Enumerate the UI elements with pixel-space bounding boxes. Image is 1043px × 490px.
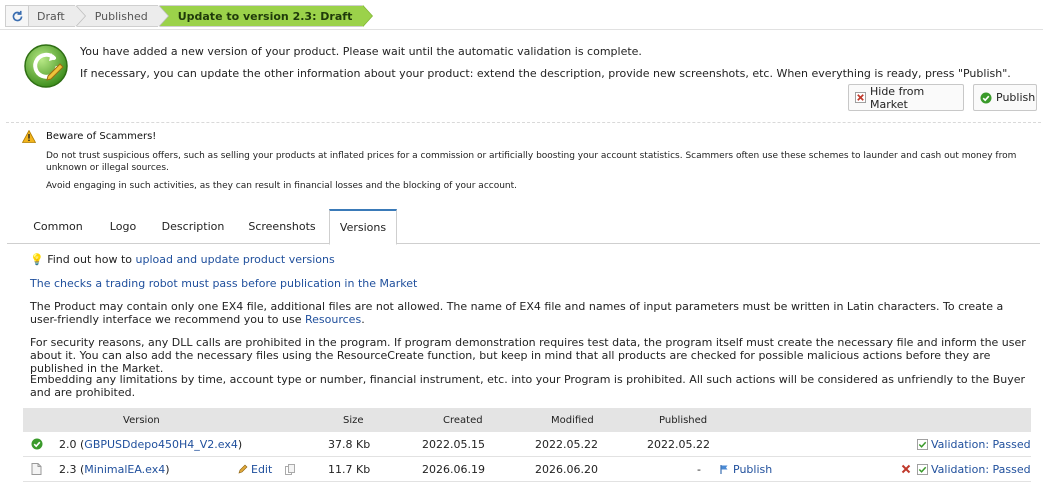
hide-icon xyxy=(855,92,866,103)
version-number: 2.0 xyxy=(59,437,77,451)
info-message-secondary: If necessary, you can update the other i… xyxy=(80,67,1011,80)
publish-label: Publish xyxy=(996,91,1036,104)
col-version: Version xyxy=(123,414,160,426)
row-publish-button[interactable]: Publish xyxy=(719,457,772,481)
breadcrumb-update-draft[interactable]: Update to version 2.3: Draft xyxy=(159,5,373,27)
versions-table: Version Size Created Modified Published … xyxy=(23,408,1031,482)
validation-status: Validation: Passed xyxy=(917,432,1031,456)
paragraph-end: . xyxy=(361,313,365,326)
col-modified: Modified xyxy=(551,414,594,426)
help-prefix: Find out how to xyxy=(47,253,136,266)
published-cell: - xyxy=(697,462,701,476)
created-cell: 2022.05.15 xyxy=(422,437,485,451)
row-publish-label: Publish xyxy=(733,462,773,476)
version-file-link[interactable]: MinimalEA.ex4 xyxy=(84,463,165,476)
size-cell: 37.8 Kb xyxy=(328,437,371,451)
info-message: You have added a new version of your pro… xyxy=(80,45,642,58)
file-icon xyxy=(31,457,42,481)
edit-button[interactable]: Edit xyxy=(238,457,272,481)
pencil-icon xyxy=(238,464,248,474)
version-file-link[interactable]: GBPUSDdepo450H4_V2.ex4 xyxy=(84,438,238,451)
scam-warning: Beware of Scammers! Do not trust suspici… xyxy=(6,122,1041,200)
tab-description[interactable]: Description xyxy=(157,209,229,244)
paragraph-dll: For security reasons, any DLL calls are … xyxy=(30,336,1026,375)
breadcrumb-draft[interactable]: Draft xyxy=(29,5,86,27)
refresh-button[interactable] xyxy=(5,5,29,27)
col-published: Published xyxy=(659,414,708,426)
check-circle-icon xyxy=(980,92,992,104)
divider xyxy=(0,29,1043,30)
size-cell: 11.7 Kb xyxy=(328,462,371,476)
hide-from-market-button[interactable]: Hide from Market xyxy=(848,84,964,111)
tab-versions[interactable]: Versions xyxy=(329,209,397,245)
modified-cell: 2026.06.20 xyxy=(535,462,598,476)
table-header: Version Size Created Modified Published xyxy=(23,408,1031,432)
tab-label: Screenshots xyxy=(248,220,316,233)
publish-flag-icon xyxy=(720,464,728,474)
breadcrumb-label: Published xyxy=(94,9,148,23)
validation-status: Validation: Passed xyxy=(917,457,1031,481)
paragraph-text: The Product may contain only one EX4 fil… xyxy=(30,300,1004,326)
tab-common[interactable]: Common xyxy=(23,209,93,244)
refresh-icon xyxy=(12,10,22,21)
checkbox-checked-icon xyxy=(917,463,928,475)
warning-icon xyxy=(22,130,36,143)
paragraph-files: The Product may contain only one EX4 fil… xyxy=(30,300,1030,326)
tab-label: Logo xyxy=(109,220,137,233)
hide-from-market-label: Hide from Market xyxy=(870,84,925,111)
tab-logo[interactable]: Logo xyxy=(103,209,143,244)
table-row: 2.3 (MinimalEA.ex4) Edit 11.7 Kb 2026.06… xyxy=(23,457,1031,482)
version-cell: 2.0 (GBPUSDdepo450H4_V2.ex4) xyxy=(59,437,243,451)
paragraph-limitations: Embedding any limitations by time, accou… xyxy=(30,373,1026,399)
tab-label: Description xyxy=(161,220,225,233)
tab-screenshots[interactable]: Screenshots xyxy=(243,209,321,244)
breadcrumb: Draft Published Update to version 2.3: D… xyxy=(5,5,373,27)
tab-bar: Common Logo Description Screenshots Vers… xyxy=(7,209,1040,245)
warning-text: Do not trust suspicious offers, such as … xyxy=(46,151,1017,173)
upload-versions-link[interactable]: upload and update product versions xyxy=(135,253,334,266)
delete-icon[interactable] xyxy=(901,457,911,481)
breadcrumb-published[interactable]: Published xyxy=(76,5,169,27)
created-cell: 2026.06.19 xyxy=(422,462,485,476)
checks-link[interactable]: The checks a trading robot must pass bef… xyxy=(30,277,417,290)
checks-line: The checks a trading robot must pass bef… xyxy=(30,277,1030,290)
status-panel: You have added a new version of your pro… xyxy=(10,38,1040,120)
tab-label: Versions xyxy=(339,221,387,234)
checkbox-checked-icon xyxy=(917,438,928,450)
version-cell: 2.3 (MinimalEA.ex4) xyxy=(59,462,170,476)
publish-button[interactable]: Publish xyxy=(973,84,1037,111)
modified-cell: 2022.05.22 xyxy=(535,437,598,451)
validation-label[interactable]: Validation: Passed xyxy=(931,463,1031,476)
version-number: 2.3 xyxy=(59,462,77,476)
published-check-icon xyxy=(31,432,43,456)
tab-label: Common xyxy=(33,220,83,233)
copy-icon[interactable] xyxy=(285,457,295,481)
edit-label: Edit xyxy=(251,462,273,476)
warning-text-secondary: Avoid engaging in such activities, as th… xyxy=(46,181,518,191)
breadcrumb-label: Update to version 2.3: Draft xyxy=(177,9,353,23)
published-cell: 2022.05.22 xyxy=(647,437,710,451)
breadcrumb-label: Draft xyxy=(37,9,65,23)
validation-label[interactable]: Validation: Passed xyxy=(931,438,1031,451)
update-status-icon xyxy=(24,44,68,88)
col-created: Created xyxy=(443,414,483,426)
col-size: Size xyxy=(343,414,364,426)
lightbulb-icon: 💡 xyxy=(30,253,44,266)
help-line: 💡 Find out how to upload and update prod… xyxy=(30,253,1030,266)
table-row: 2.0 (GBPUSDdepo450H4_V2.ex4) 37.8 Kb 202… xyxy=(23,432,1031,457)
warning-title: Beware of Scammers! xyxy=(46,131,157,142)
resources-link[interactable]: Resources xyxy=(305,313,361,326)
